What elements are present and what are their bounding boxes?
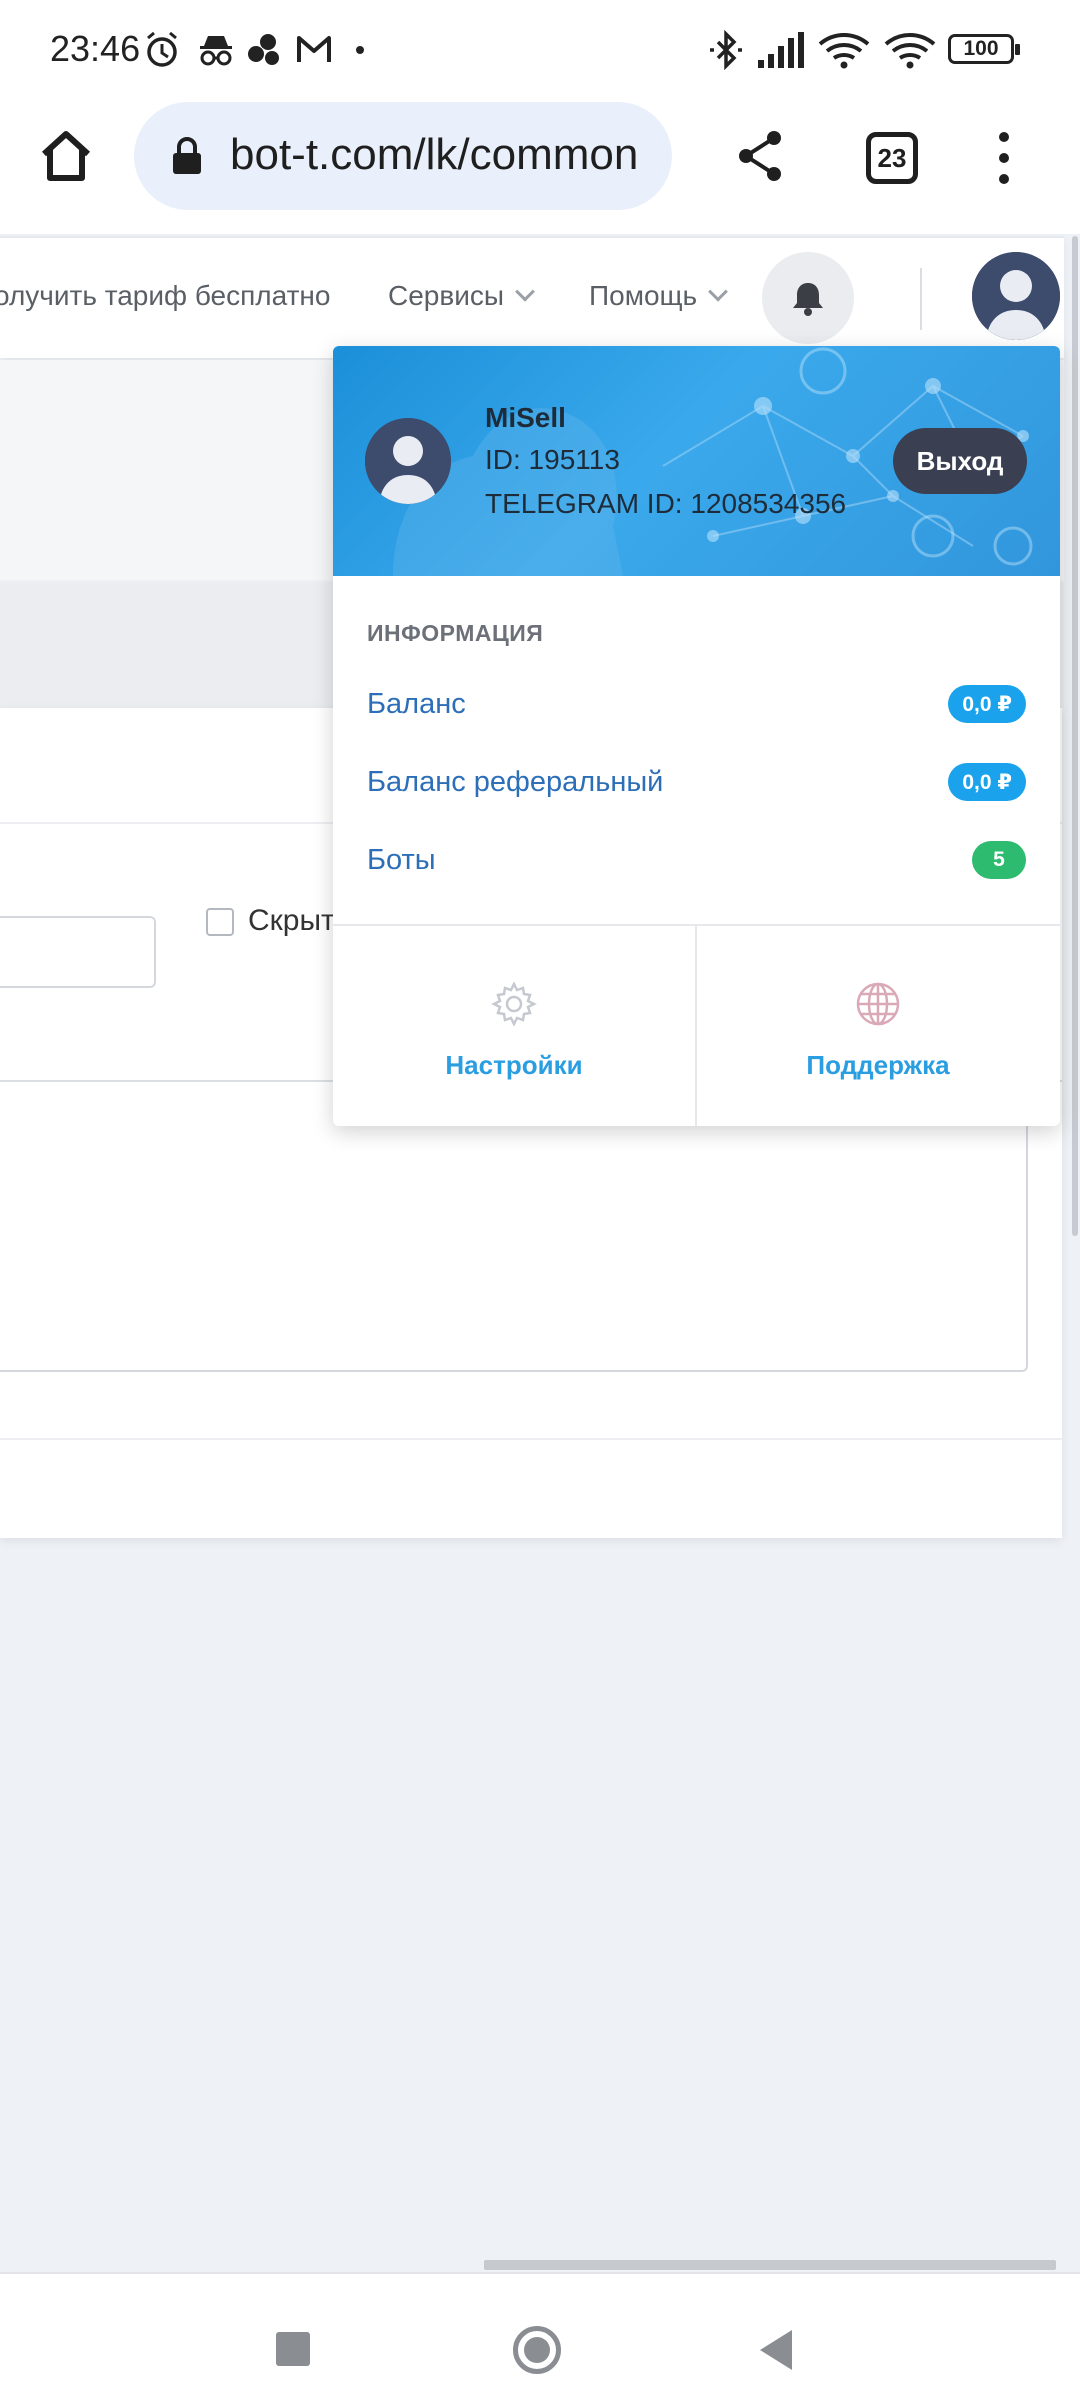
back-button[interactable] [760,2330,792,2370]
system-nav-bar [0,2272,1080,2400]
avatar [365,418,451,504]
status-time: 23:46 [50,28,141,69]
lock-icon [170,136,204,181]
nav-divider [920,268,922,330]
wifi-icon [818,30,870,70]
settings-tile[interactable]: Настройки [333,926,695,1126]
signal-icon [756,30,806,70]
battery-indicator: 100 [948,34,1020,64]
alarm-icon [142,30,182,70]
dot-icon [354,30,366,70]
logout-button[interactable]: Выход [893,428,1027,494]
balance-row[interactable]: Баланс 0,0 ₽ [367,674,1026,734]
referral-balance-badge: 0,0 ₽ [948,763,1026,801]
recents-button[interactable] [276,2332,310,2366]
status-bar: 23:46 100 [0,0,1080,98]
profile-name: MiSell [485,402,566,433]
hide-checkbox[interactable] [206,908,234,936]
chevron-down-icon [708,281,729,302]
browser-toolbar: bot-t.com/lk/common 23 [0,98,1080,234]
avatar[interactable] [972,252,1060,340]
globe-icon [856,982,900,1026]
balance-badge: 0,0 ₽ [948,685,1026,723]
site-navbar: олучить тариф бесплатно Сервисы Помощь [0,236,1064,358]
bell-icon[interactable] [762,252,854,344]
bots-row[interactable]: Боты 5 [367,830,1026,890]
profile-dropdown: MiSell ID: 195113 TELEGRAM ID: 120853435… [333,346,1060,1126]
share-icon[interactable] [730,126,790,186]
profile-telegram-id: TELEGRAM ID: 1208534356 [485,488,847,519]
home-icon[interactable] [30,120,102,192]
app-icon [244,30,284,70]
info-section-title: ИНФОРМАЦИЯ [367,620,544,646]
text-input[interactable] [0,916,156,988]
more-vert-icon[interactable] [980,126,1028,190]
bots-badge: 5 [972,841,1026,879]
referral-balance-label: Баланс реферальный [367,765,664,798]
address-bar[interactable]: bot-t.com/lk/common [134,102,672,210]
hide-checkbox-label: Скрыт [248,904,335,937]
chevron-down-icon [515,281,535,302]
settings-label: Настройки [445,1050,583,1080]
referral-balance-row[interactable]: Баланс реферальный 0,0 ₽ [367,752,1026,812]
vertical-scrollbar[interactable] [1068,236,1080,1236]
bluetooth-icon [706,30,746,70]
gmail-icon [294,30,334,70]
bots-label: Боты [367,843,436,876]
nav-services[interactable]: Сервисы [388,280,535,312]
balance-label: Баланс [367,687,466,720]
support-label: Поддержка [806,1050,950,1080]
profile-header: MiSell ID: 195113 TELEGRAM ID: 120853435… [333,346,1060,576]
wifi-icon [884,30,936,70]
nav-help[interactable]: Помощь [589,280,729,312]
incognito-icon [196,30,236,70]
tab-switcher-button[interactable]: 23 [866,132,918,184]
profile-id: ID: 195113 [485,444,620,475]
divider [0,1438,1062,1440]
url-text: bot-t.com/lk/common [230,130,639,179]
home-button[interactable] [513,2326,561,2374]
nav-free-tariff[interactable]: олучить тариф бесплатно [0,280,330,312]
horizontal-scrollbar[interactable] [484,2260,1056,2270]
support-tile[interactable]: Поддержка [697,926,1059,1126]
gear-icon [491,981,537,1027]
